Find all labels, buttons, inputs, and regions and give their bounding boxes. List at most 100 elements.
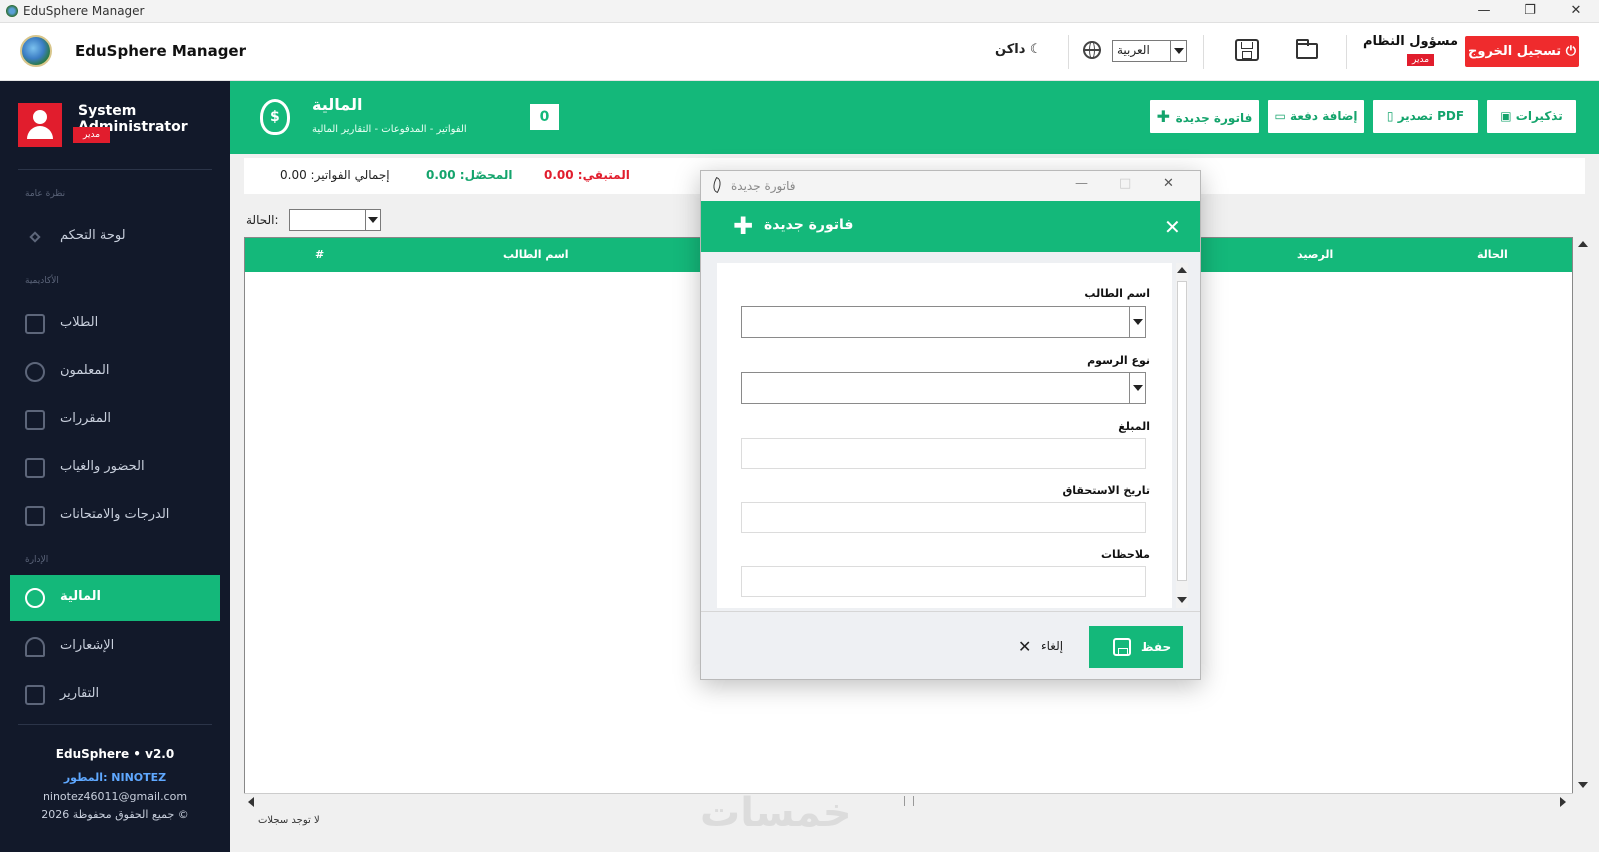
save-button[interactable]: حفظ bbox=[1089, 626, 1183, 668]
student-name-label: اسم الطالب bbox=[1084, 287, 1150, 300]
money-bag-icon bbox=[260, 99, 290, 135]
export-pdf-button[interactable]: ▯ تصدير PDF bbox=[1373, 100, 1478, 133]
sidebar-item-attendance[interactable]: الحضور والغياب bbox=[10, 445, 220, 491]
dialog-close-button[interactable]: ✕ bbox=[1163, 176, 1174, 191]
status-filter-select[interactable] bbox=[289, 209, 381, 231]
scroll-right-icon[interactable] bbox=[1560, 797, 1566, 807]
fee-type-combobox[interactable] bbox=[741, 372, 1146, 404]
dialog-header-title: فاتورة جديدة bbox=[764, 217, 854, 233]
sidebar-divider bbox=[18, 724, 212, 725]
chevron-down-icon[interactable] bbox=[1129, 307, 1145, 337]
empty-table-message: لا توجد سجلات bbox=[258, 815, 320, 826]
sidebar-section-overview: نظرة عامة bbox=[25, 189, 66, 199]
sidebar-item-label: الإشعارات bbox=[60, 638, 115, 653]
dialog-maximize-button[interactable]: □ bbox=[1119, 176, 1131, 191]
column-header-student-name[interactable]: اسم الطالب bbox=[503, 248, 569, 261]
dialog-scroll-thumb[interactable] bbox=[1177, 281, 1187, 581]
dialog-footer-divider bbox=[701, 611, 1200, 612]
sidebar-item-teachers[interactable]: المعلمون bbox=[10, 349, 220, 395]
dialog-minimize-button[interactable]: — bbox=[1075, 176, 1088, 191]
table-horizontal-scrollbar[interactable] bbox=[244, 793, 1573, 809]
sidebar-copyright: جميع الحقوق محفوظة 2026 © bbox=[41, 808, 189, 821]
sidebar-item-dashboard[interactable]: لوحة التحكم bbox=[10, 214, 220, 260]
student-name-combobox[interactable] bbox=[741, 306, 1146, 338]
folder-open-icon[interactable] bbox=[1296, 39, 1318, 59]
sidebar-item-notifications[interactable]: الإشعارات bbox=[10, 624, 220, 670]
sidebar-version: EduSphere • v2.0 bbox=[55, 747, 175, 761]
scroll-up-icon[interactable] bbox=[1177, 267, 1187, 273]
sidebar-section-academic: الأكاديمية bbox=[25, 276, 59, 286]
page-subtitle: الفواتير - المدفوعات - التقارير المالية bbox=[312, 124, 467, 135]
minimize-button[interactable]: — bbox=[1461, 0, 1507, 23]
books-icon bbox=[25, 410, 45, 430]
record-count-badge: 0 bbox=[530, 104, 559, 130]
sidebar-item-label: الحضور والغياب bbox=[60, 459, 145, 474]
sidebar-item-courses[interactable]: المقررات bbox=[10, 397, 220, 443]
app-logo bbox=[20, 35, 52, 67]
sidebar-email: ninotez46011@gmail.com bbox=[42, 790, 188, 803]
sidebar-developer: المطور: NINOTEZ bbox=[63, 771, 167, 784]
sidebar-item-label: التقارير bbox=[60, 686, 100, 701]
header-user-role-badge: مدير bbox=[1407, 54, 1435, 66]
floppy-disk-icon bbox=[1113, 638, 1131, 656]
dashboard-icon bbox=[29, 231, 41, 243]
close-button[interactable]: ✕ bbox=[1553, 0, 1599, 23]
bar-chart-icon bbox=[25, 685, 45, 705]
new-invoice-dialog: فاتورة جديدة — □ ✕ ✚ فاتورة جديدة ✕ اسم … bbox=[700, 170, 1201, 680]
logout-button[interactable]: تسجيل الخروج ⏻ bbox=[1465, 36, 1579, 67]
add-payment-button[interactable]: ▭ إضافة دفعة bbox=[1268, 100, 1364, 133]
add-payment-label: إضافة دفعة bbox=[1289, 109, 1358, 123]
scroll-left-icon[interactable] bbox=[248, 797, 254, 807]
money-bag-icon bbox=[25, 588, 45, 608]
sidebar-item-grades[interactable]: الدرجات والامتحانات bbox=[10, 493, 220, 539]
reminder-icon: ▣ bbox=[1500, 109, 1516, 123]
column-header-balance[interactable]: الرصيد bbox=[1297, 248, 1333, 261]
scroll-thumb[interactable] bbox=[904, 796, 914, 806]
document-icon: ▯ bbox=[1386, 109, 1398, 123]
header-divider bbox=[1068, 35, 1069, 69]
notes-label: ملاحظات bbox=[1101, 548, 1150, 561]
scroll-up-icon[interactable] bbox=[1578, 241, 1588, 247]
plus-icon: ✚ bbox=[1156, 107, 1176, 126]
sidebar-item-finance[interactable]: المالية bbox=[10, 575, 220, 621]
amount-field[interactable] bbox=[741, 438, 1146, 469]
restore-button[interactable]: ❐ bbox=[1507, 0, 1553, 23]
chevron-down-icon[interactable] bbox=[1129, 373, 1145, 403]
close-icon: ✕ bbox=[1018, 637, 1032, 656]
sidebar-item-label: الدرجات والامتحانات bbox=[60, 507, 170, 522]
sidebar-item-label: الطلاب bbox=[60, 315, 99, 330]
chevron-down-icon[interactable] bbox=[365, 210, 380, 230]
sidebar-item-label: المالية bbox=[60, 589, 102, 604]
theme-toggle-button[interactable]: داكن ☾ bbox=[995, 42, 1042, 57]
avatar bbox=[18, 103, 62, 147]
sidebar-item-label: لوحة التحكم bbox=[60, 228, 126, 243]
feather-icon bbox=[710, 176, 724, 194]
total-collected: المحصّل: 0.00 bbox=[426, 168, 513, 182]
dialog-form: اسم الطالب نوع الرسوم المبلغ تاريخ الاست… bbox=[717, 263, 1172, 608]
save-icon[interactable] bbox=[1235, 39, 1259, 61]
language-select[interactable]: العربية bbox=[1112, 40, 1187, 62]
close-icon[interactable]: ✕ bbox=[1164, 215, 1181, 239]
new-invoice-label: فاتورة جديدة bbox=[1175, 111, 1253, 125]
total-invoices: إجمالي الفواتير: 0.00 bbox=[280, 168, 390, 182]
sidebar-item-reports[interactable]: التقارير bbox=[10, 672, 220, 718]
scroll-down-icon[interactable] bbox=[1177, 597, 1187, 603]
sidebar-item-students[interactable]: الطلاب bbox=[10, 301, 220, 347]
language-select-value: العربية bbox=[1117, 43, 1150, 57]
chevron-down-icon[interactable] bbox=[1170, 41, 1186, 61]
due-date-field[interactable] bbox=[741, 502, 1146, 533]
app-header: EduSphere Manager داكن ☾ العربية مسؤول ا… bbox=[0, 23, 1599, 81]
finance-header: المالية الفواتير - المدفوعات - التقارير … bbox=[230, 81, 1599, 154]
scroll-down-icon[interactable] bbox=[1578, 782, 1588, 788]
table-vertical-scrollbar[interactable] bbox=[1575, 237, 1591, 794]
notes-field[interactable] bbox=[741, 566, 1146, 597]
dialog-header: ✚ فاتورة جديدة ✕ bbox=[701, 201, 1200, 252]
page-title: المالية bbox=[312, 95, 363, 114]
reminders-button[interactable]: ▣ تذكيرات bbox=[1487, 100, 1576, 133]
new-invoice-button[interactable]: ✚ فاتورة جديدة bbox=[1150, 100, 1259, 133]
status-filter-label: الحالة: bbox=[246, 213, 279, 227]
amount-label: المبلغ bbox=[1118, 420, 1150, 433]
column-header-status[interactable]: الحالة bbox=[1477, 248, 1508, 261]
column-header-index[interactable]: # bbox=[315, 248, 324, 261]
cancel-button[interactable]: ✕ إلغاء bbox=[1003, 633, 1073, 661]
